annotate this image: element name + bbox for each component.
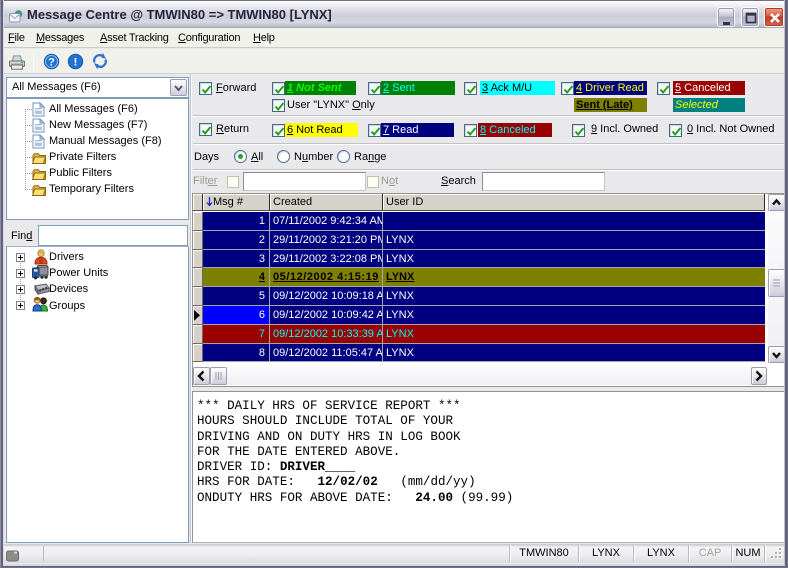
svg-text:?: ? (48, 57, 55, 69)
svg-text:!: ! (74, 57, 78, 69)
